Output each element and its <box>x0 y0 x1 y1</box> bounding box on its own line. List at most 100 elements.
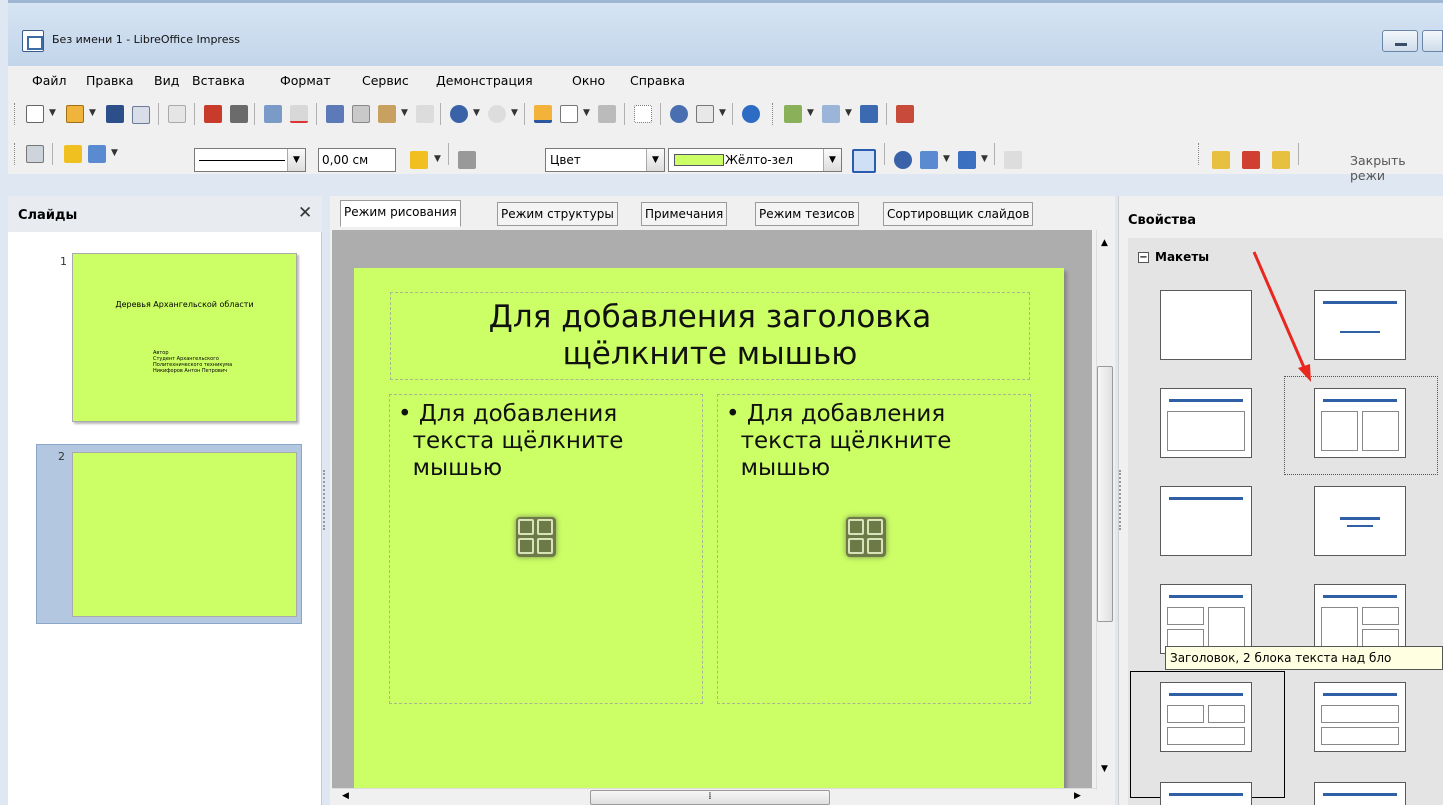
layouts-section-header[interactable]: − Макеты <box>1138 250 1209 264</box>
area-icon[interactable] <box>458 151 476 169</box>
select-icon[interactable] <box>26 145 44 163</box>
scroll-left-icon[interactable]: ◀ <box>342 791 349 801</box>
autospellcheck-icon[interactable] <box>290 105 308 123</box>
redo-icon[interactable] <box>488 105 506 123</box>
paste-icon[interactable] <box>378 105 396 123</box>
menu-view[interactable]: Вид <box>154 73 179 88</box>
layout-title-content-box[interactable] <box>1160 388 1252 458</box>
tab-drawing-view[interactable]: Режим рисования <box>340 200 461 227</box>
fill-type-select[interactable]: Цвет ▼ <box>545 148 665 172</box>
menu-edit[interactable]: Правка <box>86 73 134 88</box>
line-width-field[interactable]: 0,00 см <box>318 148 396 172</box>
chevron-down-icon[interactable]: ▼ <box>981 154 988 164</box>
email-icon[interactable] <box>132 106 150 124</box>
collapse-icon[interactable]: − <box>1138 252 1149 263</box>
layout-more-1[interactable] <box>1160 782 1252 805</box>
insert-object-icon[interactable] <box>516 517 556 557</box>
insert-object-icon[interactable] <box>846 517 886 557</box>
chevron-down-icon[interactable]: ▼ <box>807 108 814 118</box>
draw-functions-icon[interactable] <box>598 105 616 123</box>
chevron-down-icon[interactable]: ▼ <box>719 108 726 118</box>
navigator-icon[interactable] <box>670 105 688 123</box>
save-icon[interactable] <box>106 105 124 123</box>
clone-formatting-icon[interactable] <box>416 105 434 123</box>
chevron-down-icon[interactable]: ▼ <box>287 149 305 171</box>
line-color-icon[interactable] <box>410 151 428 169</box>
copy-icon[interactable] <box>352 105 370 123</box>
chevron-down-icon[interactable]: ▼ <box>511 108 518 118</box>
chevron-down-icon[interactable]: ▼ <box>823 149 841 171</box>
minimize-button[interactable] <box>1382 30 1418 52</box>
line-style-icon[interactable] <box>64 145 82 163</box>
layout-title-content-and-2content[interactable] <box>1314 584 1406 654</box>
chart-icon[interactable] <box>534 105 552 123</box>
horizontal-scroll-thumb[interactable]: ⁞ <box>590 790 830 805</box>
chevron-down-icon[interactable]: ▼ <box>646 149 664 171</box>
spellcheck-icon[interactable] <box>264 105 282 123</box>
export-pdf-icon[interactable] <box>204 105 222 123</box>
layout-title-content-over-content[interactable] <box>1314 682 1406 752</box>
layout-more-2[interactable] <box>1314 782 1406 805</box>
scroll-right-icon[interactable]: ▶ <box>1074 791 1081 801</box>
chevron-down-icon[interactable]: ▼ <box>473 108 480 118</box>
left-text-placeholder[interactable]: • Для добавления текста щёлкните мышью <box>389 394 703 704</box>
sidebar-splitter[interactable] <box>1119 470 1121 530</box>
table-icon[interactable] <box>560 105 578 123</box>
rotate-icon[interactable] <box>894 151 912 169</box>
layout-centered-text[interactable] <box>1314 486 1406 556</box>
layout-title-content[interactable] <box>1314 290 1406 360</box>
zoom-icon[interactable] <box>696 105 714 123</box>
menu-help[interactable]: Справка <box>630 73 685 88</box>
delete-master-icon[interactable] <box>1242 151 1260 169</box>
glue-points-icon[interactable] <box>1004 151 1022 169</box>
new-master-icon[interactable] <box>1212 151 1230 169</box>
tab-notes-view[interactable]: Примечания <box>641 202 728 226</box>
slide-thumbnail-2[interactable] <box>72 452 297 617</box>
maximize-button[interactable] <box>1422 30 1443 52</box>
slide-icon[interactable] <box>784 105 802 123</box>
edit-file-icon[interactable] <box>168 105 186 123</box>
align-icon[interactable] <box>920 151 938 169</box>
open-icon[interactable] <box>66 105 84 123</box>
cut-icon[interactable] <box>326 105 344 123</box>
close-icon[interactable]: ✕ <box>298 203 312 223</box>
menu-insert[interactable]: Вставка <box>192 73 245 88</box>
chevron-down-icon[interactable]: ▼ <box>583 108 590 118</box>
chevron-down-icon[interactable]: ▼ <box>434 154 441 164</box>
line-style-select[interactable]: ▼ <box>194 148 306 172</box>
vertical-scroll-thumb[interactable] <box>1097 366 1113 622</box>
chevron-down-icon[interactable]: ▼ <box>845 108 852 118</box>
shadow-toggle-icon[interactable] <box>852 149 876 173</box>
tab-slide-sorter[interactable]: Сортировщик слайдов <box>883 202 1034 226</box>
slide-design-icon[interactable] <box>860 105 878 123</box>
grid-icon[interactable] <box>634 105 652 123</box>
tab-handout-view[interactable]: Режим тезисов <box>755 202 859 226</box>
layout-title-2content-and-content[interactable] <box>1160 584 1252 654</box>
layout-title-2content-over-content[interactable] <box>1160 682 1252 752</box>
arrange-icon[interactable] <box>958 151 976 169</box>
slide-layout-icon[interactable] <box>822 105 840 123</box>
help-icon[interactable] <box>742 105 760 123</box>
chevron-down-icon[interactable]: ▼ <box>943 154 950 164</box>
pane-splitter[interactable] <box>323 470 325 530</box>
close-master-view-button[interactable]: Закрыть режи <box>1350 153 1443 183</box>
scroll-up-icon[interactable]: ▲ <box>1101 238 1108 248</box>
menu-file[interactable]: Файл <box>32 73 67 88</box>
print-icon[interactable] <box>230 105 248 123</box>
chevron-down-icon[interactable]: ▼ <box>111 148 118 158</box>
scroll-down-icon[interactable]: ▼ <box>1101 764 1108 774</box>
impress-app-icon[interactable] <box>22 30 44 52</box>
start-slideshow-icon[interactable] <box>896 105 914 123</box>
arrow-style-icon[interactable] <box>88 145 106 163</box>
rename-master-icon[interactable] <box>1272 151 1290 169</box>
undo-icon[interactable] <box>450 105 468 123</box>
title-placeholder[interactable]: Для добавления заголовка щёлкните мышью <box>390 292 1030 380</box>
chevron-down-icon[interactable]: ▼ <box>401 108 408 118</box>
chevron-down-icon[interactable]: ▼ <box>89 108 96 118</box>
chevron-down-icon[interactable]: ▼ <box>49 108 56 118</box>
menu-window[interactable]: Окно <box>572 73 605 88</box>
new-icon[interactable] <box>26 105 44 123</box>
menu-format[interactable]: Формат <box>280 73 331 88</box>
layout-title-only[interactable] <box>1160 486 1252 556</box>
layout-blank[interactable] <box>1160 290 1252 360</box>
